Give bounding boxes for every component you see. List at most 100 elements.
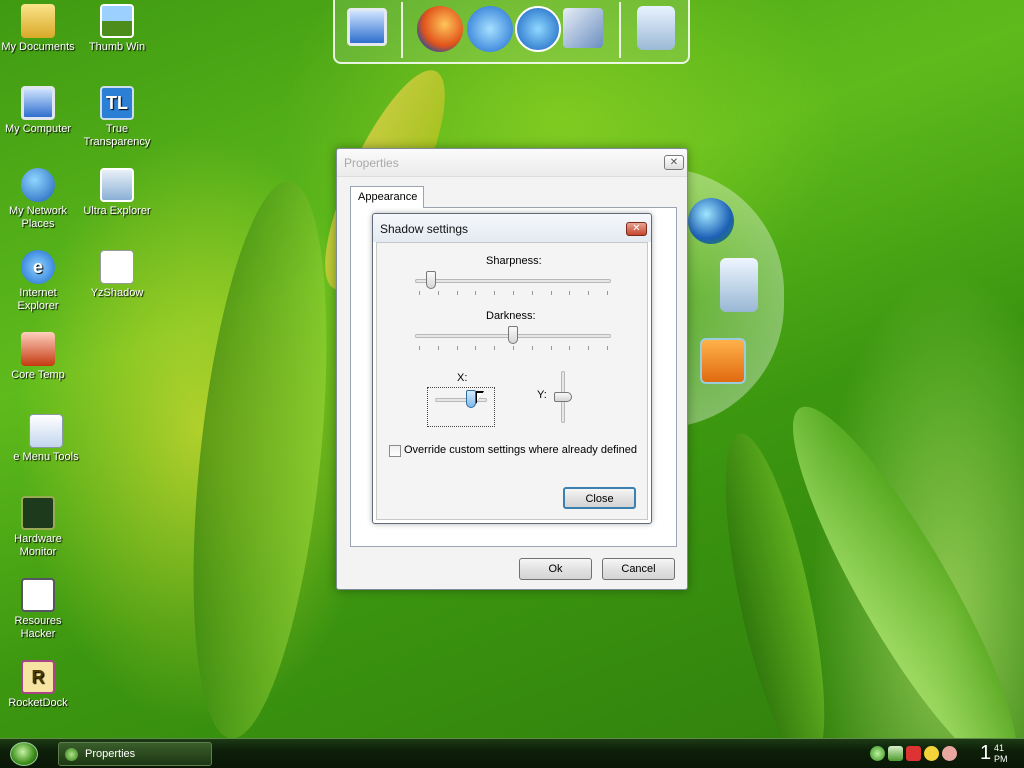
- slider-tick: [419, 346, 420, 350]
- start-button[interactable]: [10, 742, 38, 766]
- darkness-slider-thumb[interactable]: [508, 326, 518, 344]
- desktop-icon-my-computer[interactable]: My Computer: [0, 86, 78, 136]
- shadow-close-x-button[interactable]: ✕: [626, 222, 647, 236]
- desktop-icon-label: Thumb Win: [88, 41, 146, 53]
- slider-tick: [607, 346, 608, 350]
- computer-icon[interactable]: [347, 8, 387, 46]
- tray-smiley-icon[interactable]: [924, 746, 939, 761]
- computer-icon: [21, 86, 55, 120]
- y-slider-thumb[interactable]: [554, 392, 572, 402]
- desktop-icon-label: Ultra Explorer: [83, 205, 151, 217]
- control-panel-icon[interactable]: [563, 8, 603, 48]
- desktop-icon-label: YzShadow: [90, 287, 144, 299]
- cancel-button[interactable]: Cancel: [602, 558, 675, 580]
- desktop-icon-core-temp[interactable]: Core Temp: [0, 332, 78, 382]
- ie-icon: e: [21, 250, 55, 284]
- photo-icon: [100, 4, 134, 38]
- slider-tick: [456, 291, 458, 295]
- folder-icon: [21, 4, 55, 38]
- desktop-icon-thumb-win[interactable]: Thumb Win: [77, 4, 157, 54]
- desktop-icon-hardware-monitor[interactable]: Hardware Monitor: [0, 496, 78, 559]
- wallpaper-grass-blade: [705, 426, 845, 768]
- wallpaper-grass-blade: [171, 175, 349, 745]
- slider-tick: [588, 346, 590, 350]
- slider-tick: [550, 346, 552, 350]
- sharpness-slider-track[interactable]: [415, 279, 611, 283]
- slider-tick: [475, 291, 477, 295]
- globe-icon[interactable]: [688, 198, 734, 244]
- media-player-icon[interactable]: [515, 6, 561, 52]
- media-player-icon[interactable]: [700, 338, 746, 384]
- properties-title: Properties: [344, 156, 399, 170]
- ok-button[interactable]: Ok: [519, 558, 592, 580]
- ie-icon[interactable]: [467, 6, 513, 52]
- desktop-icon-my-documents[interactable]: My Documents: [0, 4, 78, 54]
- slider-tick: [569, 291, 571, 295]
- hardware-monitor-icon: [21, 496, 55, 530]
- desktop-icon-rocketdock[interactable]: R RocketDock: [0, 660, 78, 710]
- desktop-icon-label: Core Temp: [11, 369, 65, 381]
- taskbar-button-label: Properties: [85, 748, 136, 760]
- tray-network-icon[interactable]: [870, 746, 885, 761]
- wallpaper-grass-blade: [761, 385, 1024, 768]
- taskbar-button-properties[interactable]: Properties: [58, 742, 212, 766]
- clock-hour: 1: [980, 742, 992, 764]
- x-slider-thumb[interactable]: [466, 390, 477, 408]
- mouse-cursor-fill: [477, 393, 483, 402]
- rocketdock-icon: R: [21, 660, 55, 694]
- slider-tick: [588, 291, 590, 295]
- tab-appearance[interactable]: Appearance: [350, 186, 424, 208]
- shadow-title: Shadow settings: [380, 222, 469, 236]
- desktop-icon-resource-hacker[interactable]: Resoures Hacker: [0, 578, 78, 641]
- desktop-icon-label: Internet Explorer: [17, 287, 59, 312]
- close-button[interactable]: Close: [563, 487, 636, 509]
- shadow-settings-panel: Sharpness: Darkness: X: Y: Override cust…: [376, 242, 648, 520]
- properties-close-button[interactable]: ✕: [664, 155, 684, 170]
- desktop-icon-my-network-places[interactable]: My Network Places: [0, 168, 78, 231]
- slider-tick: [569, 346, 571, 350]
- recycle-bin-icon[interactable]: [637, 6, 675, 50]
- sharpness-slider-thumb[interactable]: [425, 271, 436, 289]
- desktop-icon-label: My Computer: [4, 123, 72, 135]
- slider-tick: [494, 346, 496, 350]
- darkness-ticks: [419, 346, 608, 350]
- slider-tick: [513, 346, 514, 350]
- slider-tick: [531, 291, 533, 295]
- override-checkbox[interactable]: [389, 445, 401, 457]
- desktop-icon-internet-explorer[interactable]: e Internet Explorer: [0, 250, 78, 313]
- yzshadow-icon: [100, 250, 134, 284]
- override-label[interactable]: Override custom settings where already d…: [404, 444, 637, 456]
- y-label: Y:: [537, 389, 547, 401]
- slider-tick: [475, 346, 477, 350]
- desktop-icon-label: My Network Places: [8, 205, 68, 230]
- ultra-explorer-icon: [100, 168, 134, 202]
- slider-tick: [550, 291, 552, 295]
- core-temp-icon: [21, 332, 55, 366]
- dock-separator: [401, 2, 403, 58]
- desktop-icon-label: RocketDock: [8, 697, 68, 709]
- slider-tick: [419, 291, 420, 295]
- tray-security-icon[interactable]: [888, 746, 903, 761]
- desktop-icon-true-transparency[interactable]: TL True Transparency: [77, 86, 157, 149]
- network-icon: [21, 168, 55, 202]
- dock-separator: [619, 2, 621, 58]
- tray-blocked-icon[interactable]: [942, 746, 957, 761]
- slider-tick: [456, 346, 458, 350]
- tl-icon: TL: [100, 86, 134, 120]
- slider-tick: [437, 291, 439, 295]
- slider-tick: [531, 346, 533, 350]
- resource-hacker-icon: [21, 578, 55, 612]
- sharpness-ticks: [419, 291, 608, 295]
- desktop-icon-label: Hardware Monitor: [14, 533, 62, 558]
- desktop-icon-yzshadow[interactable]: YzShadow: [77, 250, 157, 300]
- darkness-label: Darkness:: [486, 310, 536, 322]
- desktop-icon-label: My Documents: [1, 41, 75, 53]
- firefox-icon[interactable]: [417, 6, 463, 52]
- slider-tick: [437, 346, 439, 350]
- slider-tick: [494, 291, 496, 295]
- tray-plus-icon[interactable]: [906, 746, 921, 761]
- desktop-icon-menu-tools[interactable]: e Menu Tools: [6, 414, 86, 464]
- menu-tools-icon: [29, 414, 63, 448]
- desktop-icon-ultra-explorer[interactable]: Ultra Explorer: [77, 168, 157, 218]
- recycle-bin-icon[interactable]: [720, 258, 758, 312]
